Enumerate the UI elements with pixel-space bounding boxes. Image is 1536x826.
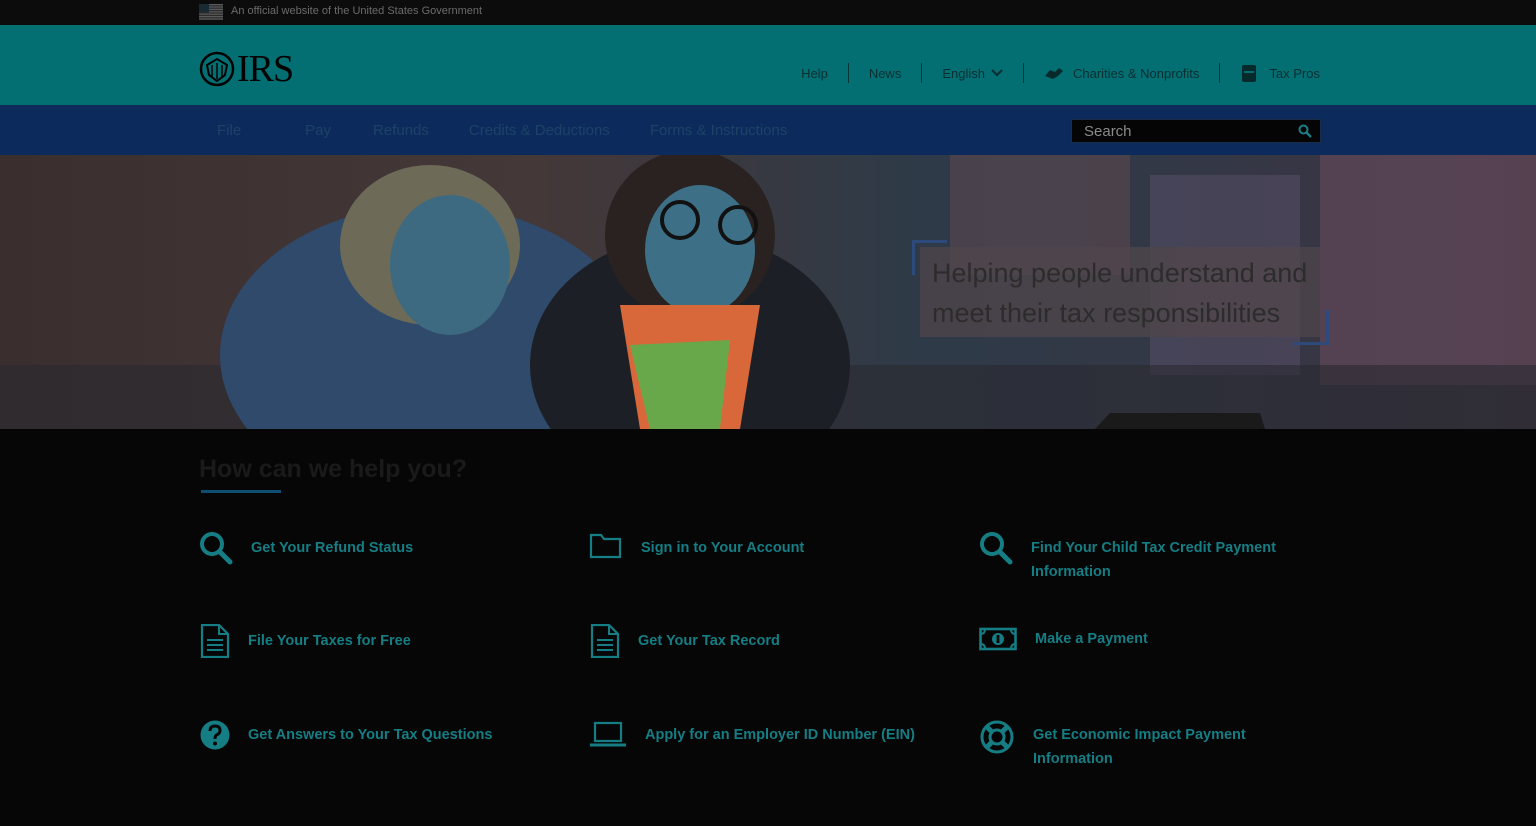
divider [847, 63, 849, 83]
language-label: English [942, 65, 985, 81]
nav-item-file[interactable]: File [199, 122, 259, 139]
tax-pros-link[interactable]: Tax Pros [1240, 64, 1320, 82]
search-icon [980, 532, 1013, 565]
utility-nav: Help News English Charities & Nonprofits [801, 63, 1320, 83]
chevron-down-icon [991, 69, 1003, 77]
charities-label: Charities & Nonprofits [1072, 65, 1200, 81]
eagle-seal-icon [199, 51, 235, 87]
page: An official website of the United States… [0, 0, 1536, 826]
task-make-payment[interactable]: Make a Payment [979, 624, 1319, 654]
help-section-title: How can we help you? [199, 455, 468, 483]
task-label: Get Answers to Your Tax Questions [248, 727, 493, 743]
briefcase-icon [1242, 65, 1257, 82]
divider [921, 63, 923, 83]
search-box [1071, 119, 1321, 143]
charities-link[interactable]: Charities & Nonprofits [1044, 64, 1199, 82]
task-label: Get Economic Impact Payment Information [1033, 727, 1246, 767]
task-label: Apply for an Employer ID Number (EIN) [645, 727, 915, 743]
logo-text: IRS [237, 48, 294, 90]
task-label: Sign in to Your Account [641, 540, 805, 556]
search-icon[interactable] [1298, 124, 1312, 138]
document-icon [200, 624, 230, 658]
hero-banner: Helping people understand and meet their… [0, 155, 1536, 429]
title-underline [201, 490, 281, 493]
task-child-tax-credit[interactable]: Find Your Child Tax Credit Payment Infor… [979, 531, 1319, 584]
task-refund-status[interactable]: Get Your Refund Status [199, 531, 559, 565]
task-label: Find Your Child Tax Credit Payment Infor… [1031, 540, 1276, 580]
divider [1219, 63, 1221, 83]
irs-logo[interactable]: IRS [199, 48, 294, 90]
task-sign-in[interactable]: Sign in to Your Account [589, 531, 949, 561]
task-label: File Your Taxes for Free [248, 633, 411, 649]
task-tax-questions[interactable]: Get Answers to Your Tax Questions [199, 719, 569, 751]
folder-icon [589, 533, 622, 559]
divider [1022, 63, 1024, 83]
task-tax-record[interactable]: Get Your Tax Record [589, 624, 949, 658]
question-icon [200, 720, 230, 750]
task-label: Make a Payment [1035, 631, 1148, 647]
us-flag-icon [199, 4, 223, 20]
task-label: Get Your Tax Record [638, 633, 780, 649]
search-icon [200, 532, 233, 565]
language-dropdown[interactable]: English [942, 66, 1003, 81]
money-icon [979, 627, 1017, 651]
news-link[interactable]: News [869, 66, 902, 81]
tax-pros-label: Tax Pros [1269, 65, 1320, 81]
nav-item-forms-instructions[interactable]: Forms & Instructions [628, 122, 806, 139]
nav-item-pay[interactable]: Pay [259, 122, 349, 139]
site-header: IRS Help News English Charities & Nonpro… [0, 25, 1536, 105]
task-apply-ein[interactable]: Apply for an Employer ID Number (EIN) [589, 719, 959, 749]
document-icon [590, 624, 620, 658]
handshake-icon [1044, 68, 1063, 79]
task-economic-impact-payment[interactable]: Get Economic Impact Payment Information [979, 719, 1319, 771]
gov-banner-text: An official website of the United States… [231, 5, 483, 17]
laptop-icon [590, 721, 626, 747]
nav-item-refunds[interactable]: Refunds [349, 122, 447, 139]
nav-item-credits-deductions[interactable]: Credits & Deductions [447, 122, 628, 139]
help-link[interactable]: Help [801, 66, 828, 81]
lifebuoy-icon [980, 720, 1014, 754]
search-input[interactable] [1072, 120, 1292, 142]
hero-tagline: Helping people understand and meet their… [932, 258, 1308, 328]
task-label: Get Your Refund Status [251, 540, 414, 556]
task-file-free[interactable]: File Your Taxes for Free [199, 624, 559, 658]
gov-banner: An official website of the United States… [0, 0, 1536, 25]
